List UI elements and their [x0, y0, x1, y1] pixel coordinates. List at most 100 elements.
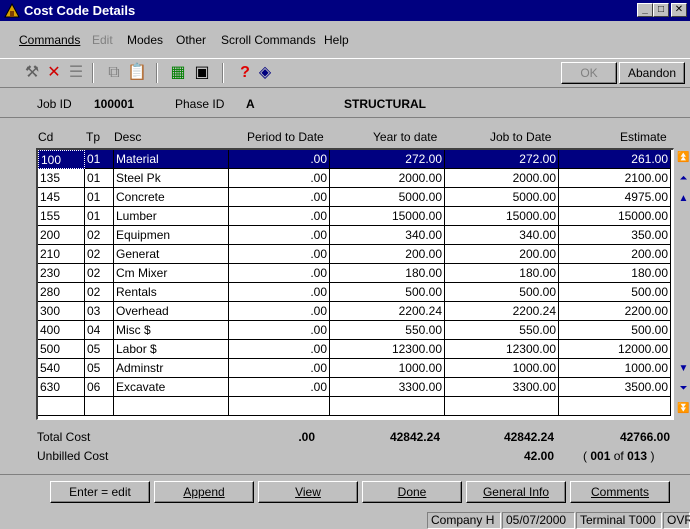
cell-tp[interactable]: 02	[85, 283, 114, 302]
cell-year-to-date[interactable]: 340.00	[330, 226, 445, 245]
cell-tp[interactable]: 01	[85, 169, 114, 188]
menu-commands[interactable]: Commands	[19, 31, 80, 49]
cell-tp[interactable]: 02	[85, 226, 114, 245]
table-row[interactable]: 280 02 Rentals .00 500.00 500.00 500.00	[38, 283, 673, 302]
cell-desc[interactable]: Steel Pk	[114, 169, 229, 188]
cell-desc[interactable]	[114, 397, 229, 416]
cell-desc[interactable]: Misc $	[114, 321, 229, 340]
cell-year-to-date[interactable]: 180.00	[330, 264, 445, 283]
cell-job-to-date[interactable]: 2000.00	[445, 169, 559, 188]
table-row[interactable]: 300 03 Overhead .00 2200.24 2200.24 2200.00	[38, 302, 673, 321]
enter-edit-button[interactable]: Enter = edit	[50, 481, 150, 503]
cell-year-to-date[interactable]: 3300.00	[330, 378, 445, 397]
cell-year-to-date[interactable]: 1000.00	[330, 359, 445, 378]
cell-period-to-date[interactable]: .00	[229, 207, 330, 226]
cell-job-to-date[interactable]: 5000.00	[445, 188, 559, 207]
cell-job-to-date[interactable]: 340.00	[445, 226, 559, 245]
cell-estimate[interactable]: 12000.00	[559, 340, 671, 359]
cell-tp[interactable]: 05	[85, 359, 114, 378]
table-row[interactable]: 100 01 Material .00 272.00 272.00 261.00	[38, 150, 673, 169]
cell-cd[interactable]	[38, 397, 85, 416]
cell-desc[interactable]: Labor $	[114, 340, 229, 359]
table-row[interactable]	[38, 397, 673, 416]
cell-job-to-date[interactable]: 1000.00	[445, 359, 559, 378]
append-button[interactable]: Append	[154, 481, 254, 503]
cell-desc[interactable]: Cm Mixer	[114, 264, 229, 283]
scroll-line-up-icon[interactable]: ▲	[677, 193, 690, 206]
cell-job-to-date[interactable]: 180.00	[445, 264, 559, 283]
cell-year-to-date[interactable]: 500.00	[330, 283, 445, 302]
table-row[interactable]: 145 01 Concrete .00 5000.00 5000.00 4975.00	[38, 188, 673, 207]
paste-icon[interactable]: 📋	[127, 63, 147, 83]
cell-cd[interactable]: 400	[38, 321, 85, 340]
close-button[interactable]: ✕	[671, 3, 687, 17]
cell-estimate[interactable]: 500.00	[559, 321, 671, 340]
cell-estimate[interactable]: 4975.00	[559, 188, 671, 207]
cell-year-to-date[interactable]: 2200.24	[330, 302, 445, 321]
cell-estimate[interactable]: 2200.00	[559, 302, 671, 321]
cell-job-to-date[interactable]: 12300.00	[445, 340, 559, 359]
cell-period-to-date[interactable]: .00	[229, 340, 330, 359]
cell-desc[interactable]: Excavate	[114, 378, 229, 397]
scroll-top-icon[interactable]: ⏫	[677, 152, 690, 165]
cell-job-to-date[interactable]	[445, 397, 559, 416]
cell-tp[interactable]: 01	[85, 188, 114, 207]
abandon-button[interactable]: Abandon	[619, 62, 685, 84]
book-icon[interactable]: ◈	[255, 63, 275, 83]
cell-year-to-date[interactable]: 15000.00	[330, 207, 445, 226]
cell-job-to-date[interactable]: 550.00	[445, 321, 559, 340]
cell-cd[interactable]: 630	[38, 378, 85, 397]
cell-period-to-date[interactable]: .00	[229, 188, 330, 207]
cell-desc[interactable]: Overhead	[114, 302, 229, 321]
cell-estimate[interactable]: 15000.00	[559, 207, 671, 226]
cell-desc[interactable]: Material	[114, 150, 229, 169]
cell-cd[interactable]: 540	[38, 359, 85, 378]
minimize-button[interactable]: _	[637, 3, 653, 17]
view-button[interactable]: View	[258, 481, 358, 503]
cell-cd[interactable]: 210	[38, 245, 85, 264]
cell-period-to-date[interactable]: .00	[229, 169, 330, 188]
cell-job-to-date[interactable]: 3300.00	[445, 378, 559, 397]
cell-cd[interactable]: 200	[38, 226, 85, 245]
done-button[interactable]: Done	[362, 481, 462, 503]
cost-code-grid[interactable]: 100 01 Material .00 272.00 272.00 261.00 135 01 S…	[36, 148, 674, 420]
cell-year-to-date[interactable]	[330, 397, 445, 416]
table-row[interactable]: 540 05 Adminstr .00 1000.00 1000.00 1000.00	[38, 359, 673, 378]
cell-year-to-date[interactable]: 5000.00	[330, 188, 445, 207]
scroll-page-down-icon[interactable]: ⏷	[677, 383, 690, 396]
ok-button[interactable]: OK	[561, 62, 617, 84]
scroll-bottom-icon[interactable]: ⏬	[677, 403, 690, 416]
tools-icon[interactable]: ⚒	[22, 63, 42, 83]
cell-year-to-date[interactable]: 200.00	[330, 245, 445, 264]
cell-period-to-date[interactable]: .00	[229, 378, 330, 397]
list-icon[interactable]: ☰	[66, 63, 86, 83]
cell-estimate[interactable]: 3500.00	[559, 378, 671, 397]
cell-tp[interactable]: 05	[85, 340, 114, 359]
cell-cd[interactable]: 100	[38, 150, 85, 169]
cell-cd[interactable]: 145	[38, 188, 85, 207]
menu-scroll-commands[interactable]: Scroll Commands	[221, 31, 316, 49]
cell-period-to-date[interactable]: .00	[229, 283, 330, 302]
scroll-line-down-icon[interactable]: ▼	[677, 363, 690, 376]
cell-period-to-date[interactable]: .00	[229, 245, 330, 264]
cell-desc[interactable]: Generat	[114, 245, 229, 264]
cell-job-to-date[interactable]: 272.00	[445, 150, 559, 169]
cell-estimate[interactable]: 2100.00	[559, 169, 671, 188]
cell-estimate[interactable]: 350.00	[559, 226, 671, 245]
cell-period-to-date[interactable]: .00	[229, 264, 330, 283]
cell-tp[interactable]: 02	[85, 245, 114, 264]
cell-year-to-date[interactable]: 12300.00	[330, 340, 445, 359]
cell-job-to-date[interactable]: 15000.00	[445, 207, 559, 226]
calendar-icon[interactable]: ▣	[192, 63, 212, 83]
general-info-button[interactable]: General Info	[466, 481, 566, 503]
table-row[interactable]: 155 01 Lumber .00 15000.00 15000.00 15000.00	[38, 207, 673, 226]
cell-desc[interactable]: Adminstr	[114, 359, 229, 378]
cell-tp[interactable]: 01	[85, 150, 114, 169]
cell-period-to-date[interactable]	[229, 397, 330, 416]
table-row[interactable]: 400 04 Misc $ .00 550.00 550.00 500.00	[38, 321, 673, 340]
delete-icon[interactable]: ✕	[44, 63, 64, 83]
table-row[interactable]: 630 06 Excavate .00 3300.00 3300.00 3500.00	[38, 378, 673, 397]
cell-year-to-date[interactable]: 550.00	[330, 321, 445, 340]
cell-period-to-date[interactable]: .00	[229, 359, 330, 378]
cell-estimate[interactable]: 1000.00	[559, 359, 671, 378]
